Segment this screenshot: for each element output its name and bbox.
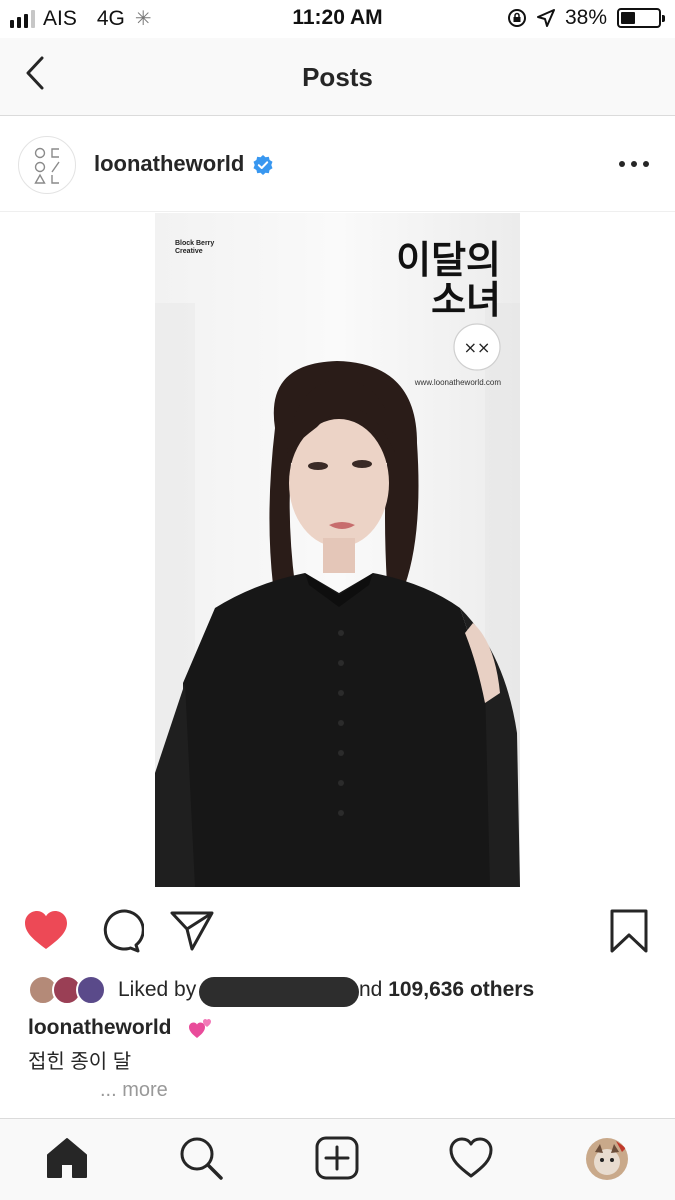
svg-text:××: ×× bbox=[464, 338, 491, 357]
avatar bbox=[76, 975, 106, 1005]
page-title: Posts bbox=[302, 62, 373, 92]
svg-text:www.loonatheworld.com: www.loonatheworld.com bbox=[414, 378, 502, 387]
post-image[interactable]: Block Berry Creative 이달의 소녀 ×× www.loona… bbox=[155, 213, 520, 887]
svg-text:이달의: 이달의 bbox=[396, 238, 501, 282]
cat-avatar-icon bbox=[586, 1138, 628, 1180]
avatar[interactable] bbox=[18, 136, 76, 194]
liker-avatars bbox=[28, 975, 108, 1007]
search-icon[interactable] bbox=[178, 1135, 224, 1181]
location-arrow-icon bbox=[536, 9, 555, 27]
post-photo: Block Berry Creative 이달의 소녀 ×× www.loona… bbox=[155, 213, 520, 887]
home-icon[interactable] bbox=[44, 1135, 90, 1181]
tab-bar bbox=[0, 1118, 675, 1200]
orientation-lock-icon bbox=[507, 9, 526, 27]
battery-icon bbox=[617, 8, 665, 28]
heart-filled-icon[interactable] bbox=[22, 907, 70, 955]
svg-text:Creative: Creative bbox=[175, 248, 203, 255]
send-icon[interactable] bbox=[168, 907, 216, 955]
post-header: loonatheworld bbox=[0, 116, 675, 212]
two-hearts-icon bbox=[189, 1019, 211, 1038]
caption-more-link[interactable]: ... more bbox=[100, 1079, 168, 1102]
likes-prefix: Liked by bbox=[118, 978, 197, 1001]
status-bar: AIS 4G ✳ 11:20 AM 38% bbox=[0, 0, 675, 38]
brand-text: Block Berry bbox=[175, 240, 214, 247]
likes-row[interactable]: Liked by nd 109,636 others bbox=[28, 975, 668, 1007]
post-username[interactable]: loonatheworld bbox=[94, 151, 244, 177]
svg-text:소녀: 소녀 bbox=[431, 278, 501, 322]
post-actions bbox=[0, 895, 675, 967]
redacted-username bbox=[199, 977, 359, 1007]
activity-heart-icon[interactable] bbox=[448, 1135, 494, 1181]
caption-username[interactable]: loonatheworld bbox=[28, 1016, 172, 1040]
battery-level bbox=[621, 12, 635, 24]
battery-percent: 38% bbox=[564, 6, 607, 29]
nav-header: Posts bbox=[0, 38, 675, 116]
bookmark-icon[interactable] bbox=[606, 907, 654, 955]
likes-suffix-start: nd bbox=[359, 978, 383, 1001]
comment-icon[interactable] bbox=[96, 907, 144, 955]
caption-text: 접힌 종이 달 bbox=[28, 1051, 132, 1073]
loona-logo-icon bbox=[34, 147, 60, 184]
profile-avatar[interactable] bbox=[586, 1138, 628, 1180]
new-post-icon[interactable] bbox=[314, 1135, 360, 1181]
likes-count[interactable]: 109,636 others bbox=[388, 978, 534, 1001]
more-dots-icon[interactable] bbox=[619, 156, 649, 172]
verified-badge-icon bbox=[253, 155, 273, 175]
